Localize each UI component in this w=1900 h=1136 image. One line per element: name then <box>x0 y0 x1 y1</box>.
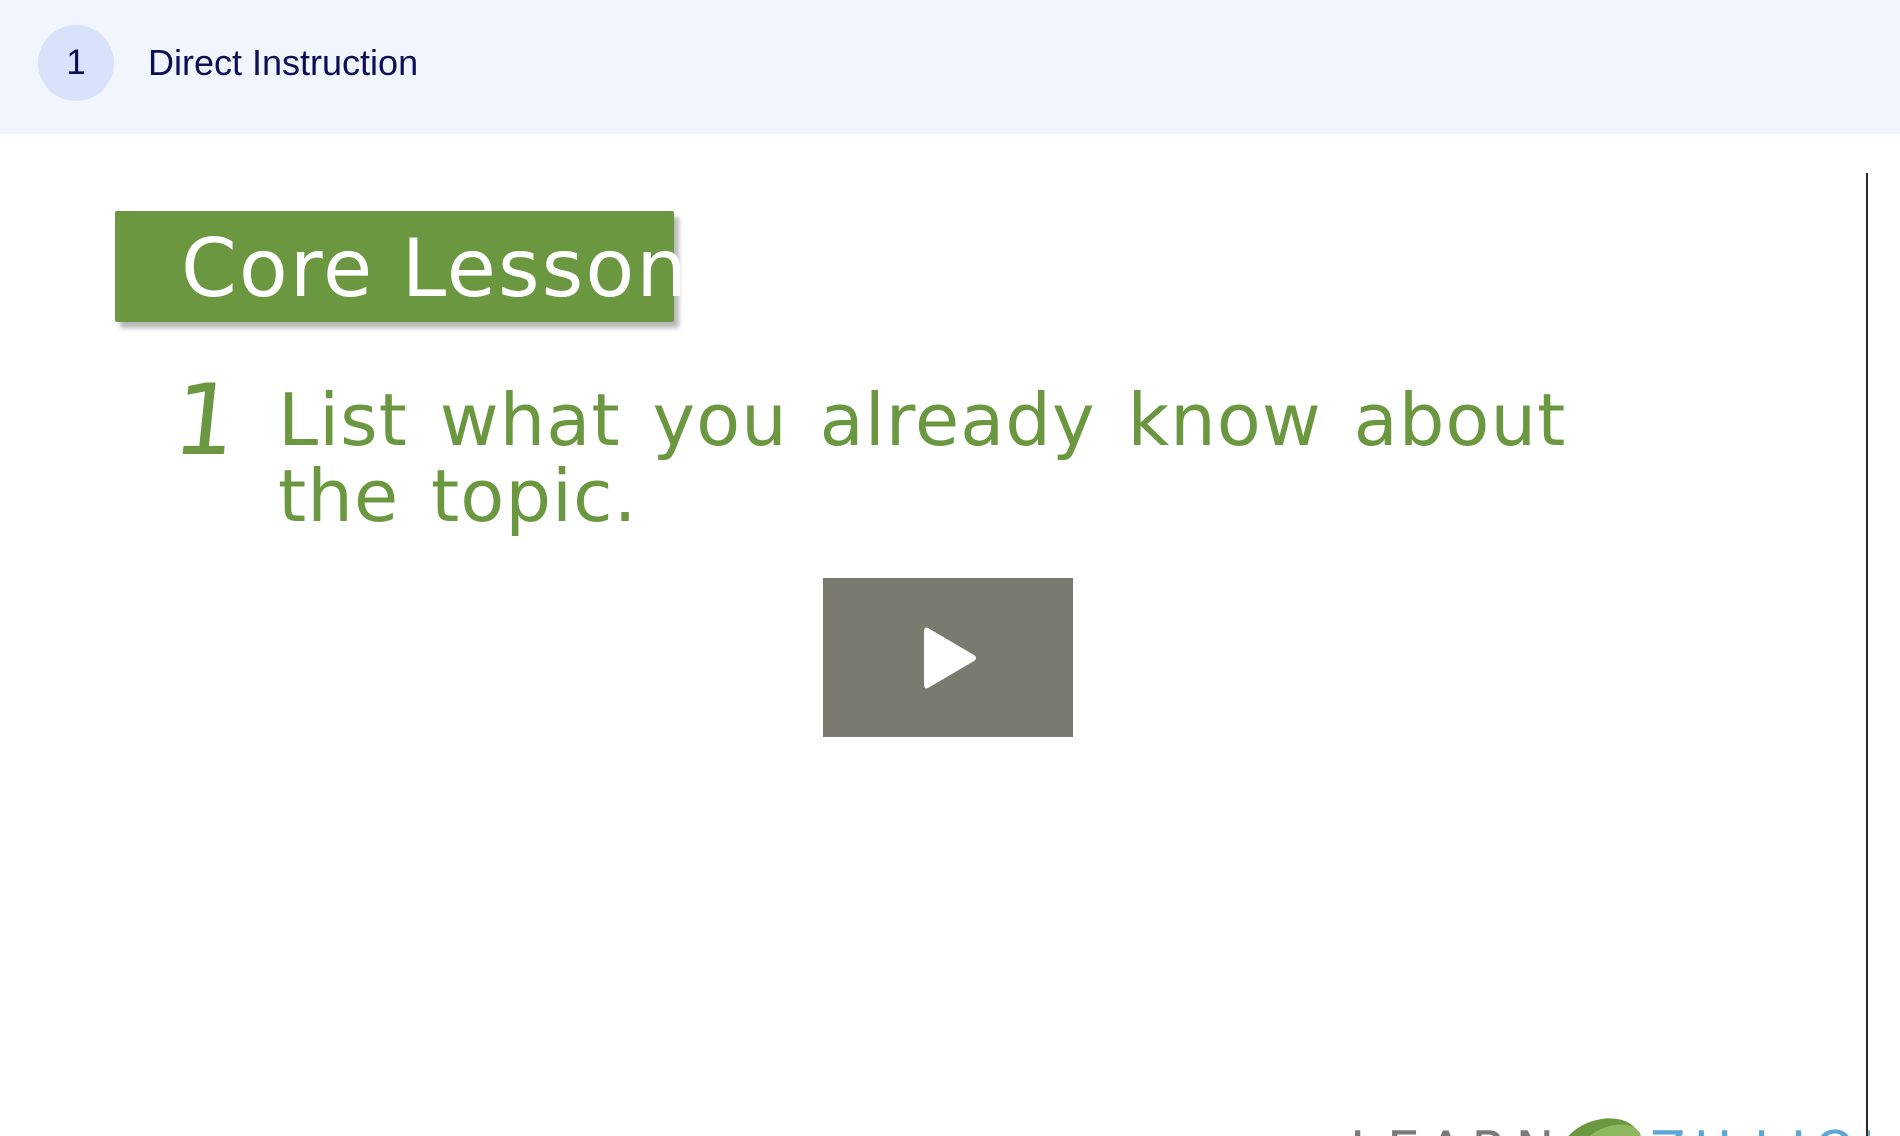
lesson-step-text: List what you already know about the top… <box>278 378 1567 538</box>
step-number-badge: 1 <box>38 25 114 101</box>
play-icon <box>924 627 976 689</box>
svg-text:LEARN: LEARN <box>1350 1121 1562 1136</box>
page: 1 Direct Instruction Core Lesson 1 List … <box>0 0 1900 1136</box>
core-lesson-label: Core Lesson <box>181 222 689 315</box>
video-frame-edge <box>1866 173 1868 1136</box>
step-title: Direct Instruction <box>148 42 419 83</box>
video-player[interactable]: Core Lesson 1 List what you already know… <box>0 134 1900 1136</box>
lesson-step-number: 1 <box>168 364 243 478</box>
learnzillion-logo: LEARN ZILLION <box>1350 1118 1870 1136</box>
step-header: 1 Direct Instruction <box>0 0 1900 134</box>
svg-text:ZILLION: ZILLION <box>1650 1121 1870 1136</box>
core-lesson-banner: Core Lesson <box>115 211 687 322</box>
play-button[interactable] <box>823 578 1073 737</box>
